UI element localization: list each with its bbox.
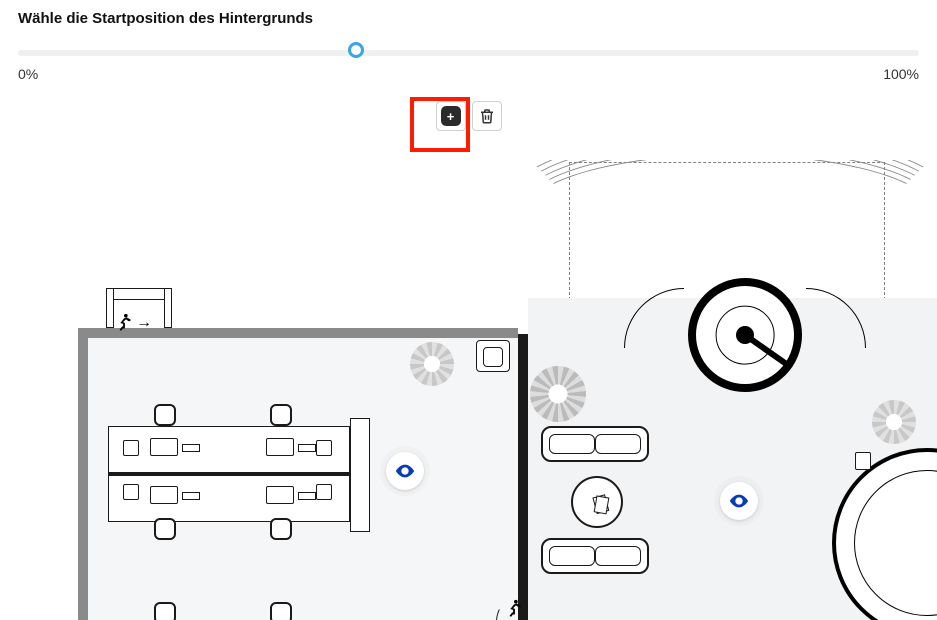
printer-icon	[476, 340, 510, 372]
eye-icon	[394, 460, 416, 482]
sofa	[541, 426, 649, 462]
position-slider[interactable]: 0% 100%	[18, 38, 919, 80]
monitor	[266, 486, 294, 504]
image-toolbar: +	[436, 101, 502, 131]
device	[316, 484, 332, 500]
chair	[154, 602, 176, 620]
keyboard	[182, 444, 200, 452]
slider-min-label: 0%	[18, 66, 38, 82]
plant-icon	[410, 342, 454, 386]
slider-handle[interactable]	[348, 42, 364, 58]
device	[316, 440, 332, 456]
chair	[270, 602, 292, 620]
slider-track	[18, 50, 919, 56]
slider-max-label: 100%	[883, 66, 919, 82]
wall-divider	[518, 334, 528, 620]
chair	[154, 404, 176, 426]
page-title: Wähle die Startposition des Hintergrunds	[18, 10, 313, 27]
wall-left	[78, 328, 88, 620]
papers-icon	[573, 478, 625, 530]
monitor	[266, 438, 294, 456]
plant-icon	[530, 366, 586, 422]
visibility-marker[interactable]	[720, 482, 758, 520]
chair	[154, 518, 176, 540]
coffee-table	[571, 476, 623, 528]
revolving-door	[688, 278, 802, 392]
desk-divider-h	[108, 472, 350, 476]
plant-icon	[872, 400, 916, 444]
desk-endcap	[350, 418, 370, 532]
handrail-top	[106, 288, 172, 300]
monitor	[150, 438, 178, 456]
trash-icon	[478, 107, 496, 125]
floorplan-canvas[interactable]: →	[0, 160, 937, 620]
monitor	[150, 486, 178, 504]
chair	[270, 404, 292, 426]
visibility-marker[interactable]	[386, 452, 424, 490]
chair	[270, 518, 292, 540]
plus-icon: +	[441, 106, 461, 126]
device	[123, 484, 139, 500]
device	[855, 452, 871, 470]
keyboard	[298, 444, 316, 452]
keyboard	[182, 492, 200, 500]
keyboard	[298, 492, 316, 500]
exit-icon	[113, 312, 135, 334]
add-button[interactable]: +	[436, 101, 466, 131]
handrail-post-2	[164, 288, 172, 328]
eye-icon	[728, 490, 750, 512]
sofa	[541, 538, 649, 574]
device	[123, 440, 139, 456]
delete-button[interactable]	[472, 101, 502, 131]
exit-arrow-icon: →	[136, 314, 152, 332]
